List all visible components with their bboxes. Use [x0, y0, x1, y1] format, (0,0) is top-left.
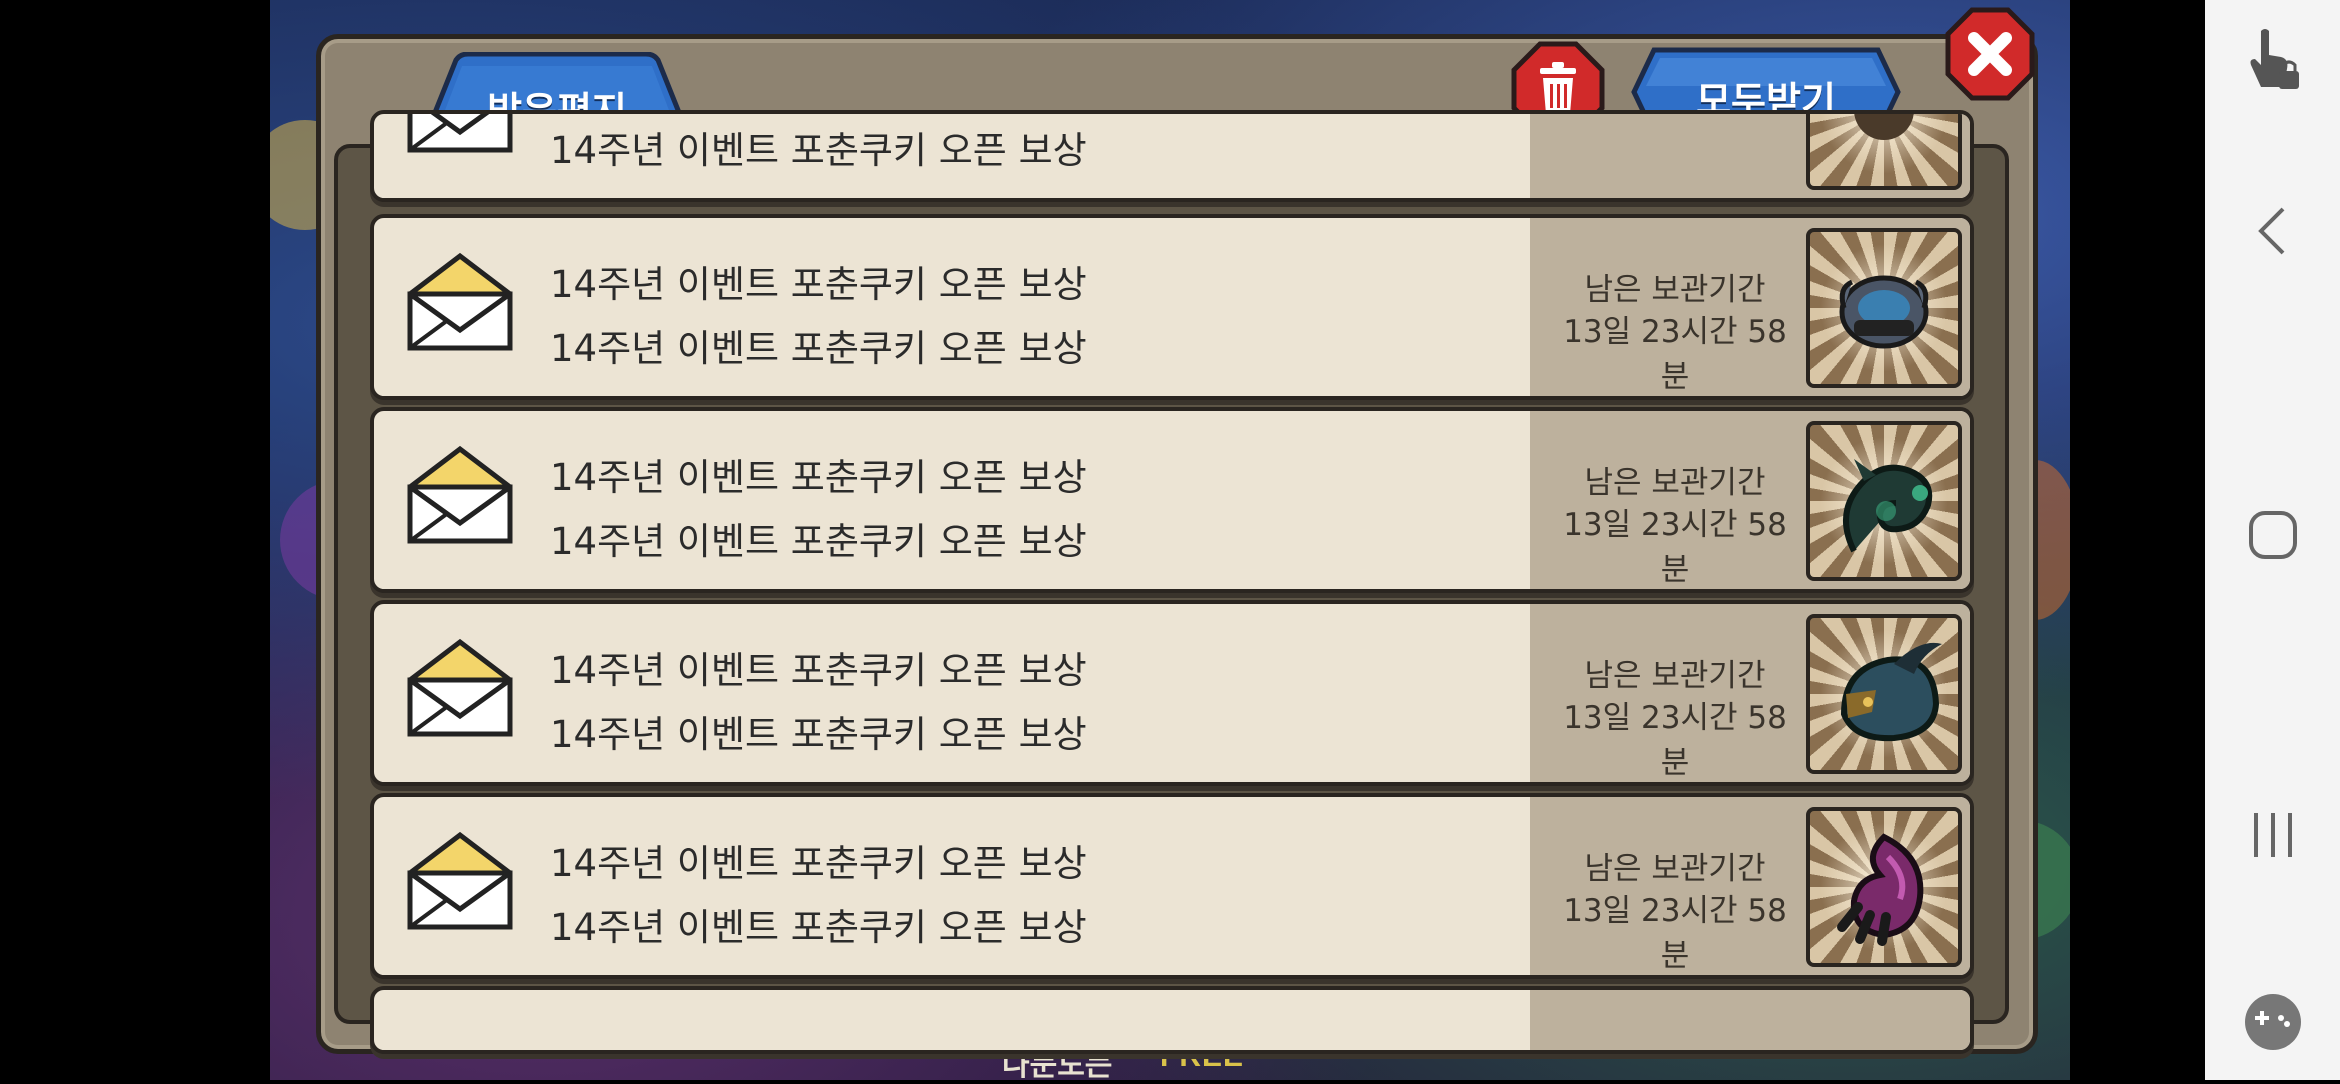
horn-helmet-reward-icon	[1840, 642, 1942, 742]
mail-subtitle: 14주년 이벤트 포춘쿠키 오픈 보상	[550, 520, 1087, 563]
retention-label: 남은 보관기간	[1584, 272, 1766, 308]
mail-title: 14주년 이벤트 포춘쿠키 오픈 보상	[550, 456, 1087, 499]
mail-title: 14주년 이벤트 포춘쿠키 오픈 보상	[550, 263, 1087, 306]
mail-subtitle: 14주년 이벤트 포춘쿠키 오픈 보상	[550, 713, 1087, 756]
retention-time: 13일 23시간 58분	[1563, 507, 1787, 588]
flame-claw-reward-icon	[1837, 833, 1924, 946]
retention-label: 남은 보관기간	[1584, 465, 1766, 501]
close-button[interactable]	[1944, 6, 2036, 102]
mail-row[interactable]: 14주년 이벤트 포춘쿠키 오픈 보상 14주년 이벤트 포춘쿠키 오픈 보상 …	[370, 793, 1974, 979]
touch-lock-icon	[2250, 29, 2299, 89]
mail-subtitle: 14주년 이벤트 포춘쿠키 오픈 보상	[550, 906, 1087, 949]
envelope-icon	[407, 831, 513, 930]
touch-lock-button[interactable]	[2205, 20, 2340, 100]
envelope-icon	[407, 252, 513, 351]
back-icon	[2257, 207, 2284, 255]
dragon-reward-icon	[1843, 459, 1933, 553]
reward-item-slot[interactable]	[1806, 114, 1962, 190]
recent-apps-button[interactable]	[2205, 800, 2340, 870]
mail-title: 14주년 이벤트 포춘쿠키 오픈 보상	[550, 649, 1087, 692]
retention-time: 13일 23시간 58분	[1563, 314, 1787, 395]
mail-subtitle: 14주년 이벤트 포춘쿠키 오픈 보상	[550, 129, 1087, 172]
reward-item-slot[interactable]	[1806, 807, 1962, 967]
retention-time: 13일 23시간 58분	[1563, 893, 1787, 974]
mail-row-partial-top[interactable]: 14주년 이벤트 포춘쿠키 오픈 보상 14주년 이벤트 포춘쿠키 오픈 보상	[370, 110, 1974, 202]
mail-row[interactable]: 14주년 이벤트 포춘쿠키 오픈 보상 14주년 이벤트 포춘쿠키 오픈 보상 …	[370, 600, 1974, 786]
home-icon	[2248, 511, 2297, 559]
reward-item-slot[interactable]	[1806, 421, 1962, 581]
retention-label: 남은 보관기간	[1584, 658, 1766, 694]
reward-item-slot[interactable]	[1806, 228, 1962, 388]
system-navbar	[2205, 0, 2340, 1080]
retention-label: 남은 보관기간	[1584, 851, 1766, 887]
helmet-reward-icon	[1839, 275, 1929, 349]
home-button[interactable]	[2205, 500, 2340, 570]
envelope-icon	[407, 114, 513, 153]
mail-row[interactable]: 14주년 이벤트 포춘쿠키 오픈 보상 14주년 이벤트 포춘쿠키 오픈 보상 …	[370, 407, 1974, 593]
mail-subtitle: 14주년 이벤트 포춘쿠키 오픈 보상	[550, 327, 1087, 370]
game-tools-icon	[2244, 994, 2301, 1050]
recent-apps-icon	[2253, 813, 2292, 857]
mail-title: 14주년 이벤트 포춘쿠키 오픈 보상	[550, 842, 1087, 885]
back-button[interactable]	[2205, 196, 2340, 266]
reward-item-icon	[1854, 114, 1914, 140]
mail-row[interactable]: 14주년 이벤트 포춘쿠키 오픈 보상 14주년 이벤트 포춘쿠키 오픈 보상 …	[370, 214, 1974, 400]
envelope-icon	[407, 445, 513, 544]
mail-row-partial[interactable]	[370, 986, 1974, 1054]
reward-item-slot[interactable]	[1806, 614, 1962, 774]
game-tools-button[interactable]	[2205, 990, 2340, 1054]
retention-time: 13일 23시간 58분	[1563, 700, 1787, 781]
envelope-icon	[407, 638, 513, 737]
